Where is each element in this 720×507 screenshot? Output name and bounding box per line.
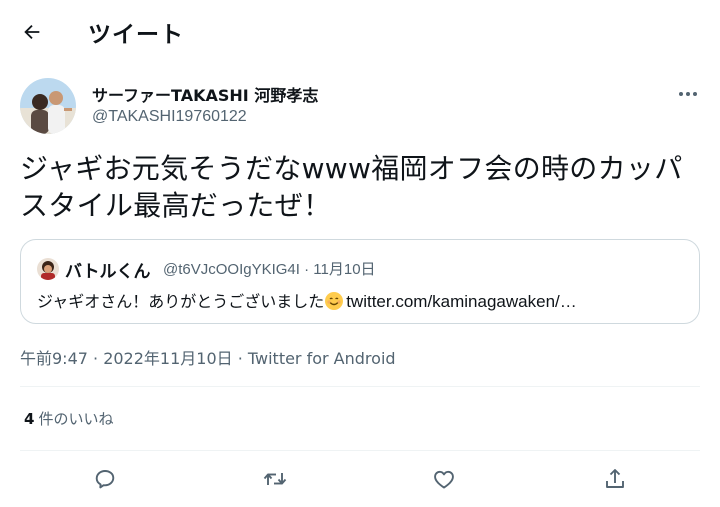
quoted-text: ジャギオさん！ありがとうございました twitter.com/kaminagawa… (37, 288, 577, 312)
share-icon (606, 469, 624, 488)
like-icon (434, 470, 454, 489)
author-handle[interactable]: @TAKASHI19760122 (92, 108, 247, 126)
reply-button[interactable] (86, 460, 124, 498)
quoted-body: ジャギオさん！ありがとうございました (37, 292, 325, 311)
page-header: ツイート (0, 0, 720, 64)
quoted-date: 11月10日 (313, 261, 376, 278)
tweet-timestamp[interactable]: 午前9:47 · 2022年11月10日 · Twitter for Andro… (20, 345, 396, 369)
quoted-link[interactable]: twitter.com/kaminagawaken/… (346, 292, 577, 311)
quoted-meta: @t6VJcOOIgYKIG4I · 11月10日 (163, 258, 376, 279)
back-button[interactable] (14, 14, 50, 50)
reply-icon (95, 470, 115, 489)
quoted-separator: · (304, 261, 314, 278)
tweet-text: ジャギお元気そうだなwww福岡オフ会の時のカッパスタイル最高だったぜ！ (20, 152, 683, 222)
likes-stat[interactable]: 4 件のいいね (24, 408, 113, 429)
quoted-tweet[interactable]: バトルくん @t6VJcOOIgYKIG4I · 11月10日 ジャギオさん！あ… (20, 239, 700, 324)
quoted-avatar[interactable] (37, 258, 59, 280)
retweet-button[interactable] (256, 460, 294, 498)
divider (20, 386, 700, 387)
quoted-display-name: バトルくん (65, 262, 151, 282)
likes-label: 件のいいね (38, 410, 114, 428)
divider (20, 450, 700, 451)
like-button[interactable] (425, 460, 463, 498)
action-bar (0, 455, 720, 501)
page-title: ツイート (88, 22, 184, 48)
quoted-handle: @t6VJcOOIgYKIG4I (163, 261, 300, 278)
author-display-name[interactable]: サーファーTAKASHI 河野孝志 (92, 82, 318, 106)
avatar[interactable] (20, 78, 76, 134)
likes-count: 4 (24, 410, 35, 428)
share-button[interactable] (596, 460, 634, 498)
more-dots-icon (679, 92, 683, 96)
smiling-face-emoji-icon (325, 292, 344, 310)
back-arrow-icon (24, 24, 40, 40)
more-options-button[interactable] (672, 82, 704, 106)
retweet-icon (263, 473, 287, 485)
